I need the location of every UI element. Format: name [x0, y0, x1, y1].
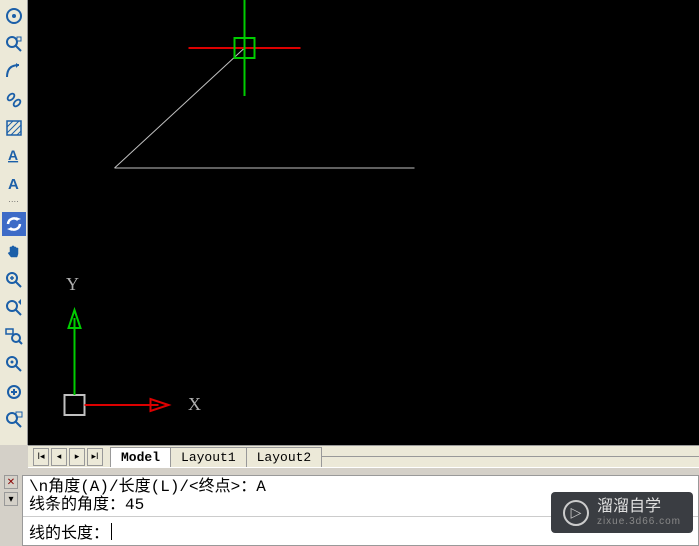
tab-model[interactable]: Model — [110, 447, 171, 467]
circle-target-icon[interactable] — [2, 4, 26, 28]
svg-text:A: A — [8, 147, 18, 163]
command-dropdown-icon[interactable]: ▾ — [4, 492, 18, 506]
watermark-title: 溜溜自学 — [597, 498, 681, 516]
tab-nav-first[interactable]: I◂ — [33, 448, 49, 466]
text-underline-icon[interactable]: A — [2, 144, 26, 168]
layout-tab-bar: I◂ ◂ ▸ ▸I Model Layout1 Layout2 — [28, 445, 699, 468]
command-close-icon[interactable]: ✕ — [4, 475, 18, 489]
zoom-extents-icon[interactable] — [2, 324, 26, 348]
command-prompt: 线的长度： — [29, 519, 109, 543]
drawing-canvas[interactable]: Y X — [28, 0, 699, 445]
toolbar-separator: ···· — [8, 198, 19, 210]
zoom-window-icon[interactable] — [2, 352, 26, 376]
zoom-in-icon[interactable] — [2, 380, 26, 404]
pan-hand-icon[interactable] — [2, 240, 26, 264]
tab-nav-next[interactable]: ▸ — [69, 448, 85, 466]
zoom-box-icon[interactable] — [2, 32, 26, 56]
tab-nav-prev[interactable]: ◂ — [51, 448, 67, 466]
watermark-subtitle: zixue.3d66.com — [597, 516, 681, 527]
watermark-logo-icon: ▷ — [563, 500, 589, 526]
tab-layout1[interactable]: Layout1 — [170, 447, 247, 467]
zoom-out-icon[interactable] — [2, 408, 26, 432]
refresh-icon[interactable] — [2, 212, 26, 236]
zoom-realtime-icon[interactable] — [2, 296, 26, 320]
text-cursor — [111, 523, 112, 540]
left-toolbar: A A ···· — [0, 0, 28, 445]
tab-nav-last[interactable]: ▸I — [87, 448, 103, 466]
canvas-svg — [28, 0, 699, 445]
chain-icon[interactable] — [2, 88, 26, 112]
arc-icon[interactable] — [2, 60, 26, 84]
zoom-plus-icon[interactable] — [2, 268, 26, 292]
tab-layout2[interactable]: Layout2 — [246, 447, 323, 467]
ucs-y-label: Y — [66, 274, 79, 295]
text-plain-icon[interactable]: A — [2, 172, 26, 196]
hatch-icon[interactable] — [2, 116, 26, 140]
ucs-x-label: X — [188, 394, 201, 415]
watermark: ▷ 溜溜自学 zixue.3d66.com — [551, 492, 693, 533]
svg-text:A: A — [8, 176, 19, 193]
